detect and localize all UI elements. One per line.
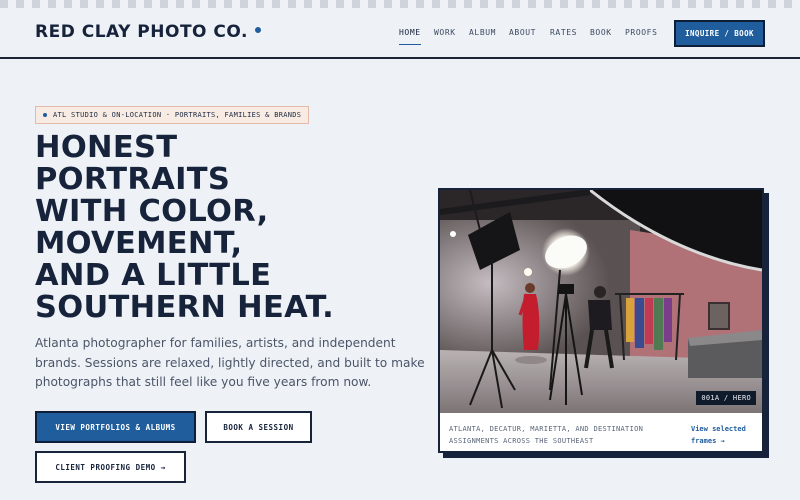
view-portfolios-button[interactable]: VIEW PORTFOLIOS & ALBUMS xyxy=(35,411,196,443)
caption-line: ATLANTA, DECATUR, MARIETTA, AND DESTINAT… xyxy=(449,425,644,433)
top-border-strip xyxy=(0,0,800,8)
nav-about[interactable]: ABOUT xyxy=(509,28,536,37)
site-header: RED CLAY PHOTO CO. HOME WORK ALBUM ABOUT… xyxy=(0,8,800,59)
headline-line: SOUTHERN HEAT. xyxy=(35,290,335,325)
headline-line: HONEST xyxy=(35,130,178,165)
headline-line: MOVEMENT, xyxy=(35,226,243,261)
intro-line: photographs that still feel like you fiv… xyxy=(35,375,372,389)
nav-proofs[interactable]: PROOFS xyxy=(625,28,658,37)
client-proofing-button[interactable]: CLIENT PROOFING DEMO → xyxy=(35,451,186,483)
frames-link-line: frames → xyxy=(691,437,725,445)
inquire-book-button[interactable]: INQUIRE / BOOK xyxy=(674,20,765,47)
frames-link-line: View selected xyxy=(691,425,746,433)
nav-rates[interactable]: RATES xyxy=(550,28,577,37)
intro-line: brands. Sessions are relaxed, lightly di… xyxy=(35,355,425,370)
nav-work[interactable]: WORK xyxy=(434,28,456,37)
book-session-button[interactable]: BOOK A SESSION xyxy=(205,411,312,443)
brand-logo[interactable]: RED CLAY PHOTO CO. xyxy=(35,22,261,42)
intro-line: Atlanta photographer for families, artis… xyxy=(35,336,396,350)
nav-home[interactable]: HOME xyxy=(399,28,421,45)
hero-photo-card: 001A / HERO ATLANTA, DECATUR, MARIETTA, … xyxy=(438,188,764,453)
tag-dot-icon xyxy=(43,113,47,117)
view-selected-frames-link[interactable]: View selected frames → xyxy=(691,423,746,447)
studio-photo: 001A / HERO xyxy=(440,190,762,413)
headline-line: WITH COLOR, xyxy=(35,194,269,229)
hero-tag: ATL STUDIO & ON-LOCATION · PORTRAITS, FA… xyxy=(35,106,310,124)
brand-name: RED CLAY PHOTO CO. xyxy=(35,22,248,42)
hero-tag-text: ATL STUDIO & ON-LOCATION · PORTRAITS, FA… xyxy=(53,111,302,119)
photo-frame-label: 001A / HERO xyxy=(696,391,756,405)
nav-album[interactable]: ALBUM xyxy=(469,28,496,37)
hero-intro: Atlanta photographer for families, artis… xyxy=(35,334,425,393)
brand-dot-icon xyxy=(254,27,261,33)
caption-line: ASSIGNMENTS ACROSS THE SOUTHEAST xyxy=(449,437,594,445)
hero-headline: HONEST PORTRAITS WITH COLOR, MOVEMENT, A… xyxy=(35,132,435,324)
headline-line: PORTRAITS xyxy=(35,162,231,197)
photo-caption: ATLANTA, DECATUR, MARIETTA, AND DESTINAT… xyxy=(449,423,679,447)
headline-line: AND A LITTLE xyxy=(35,258,272,293)
nav-book[interactable]: BOOK xyxy=(590,28,612,37)
